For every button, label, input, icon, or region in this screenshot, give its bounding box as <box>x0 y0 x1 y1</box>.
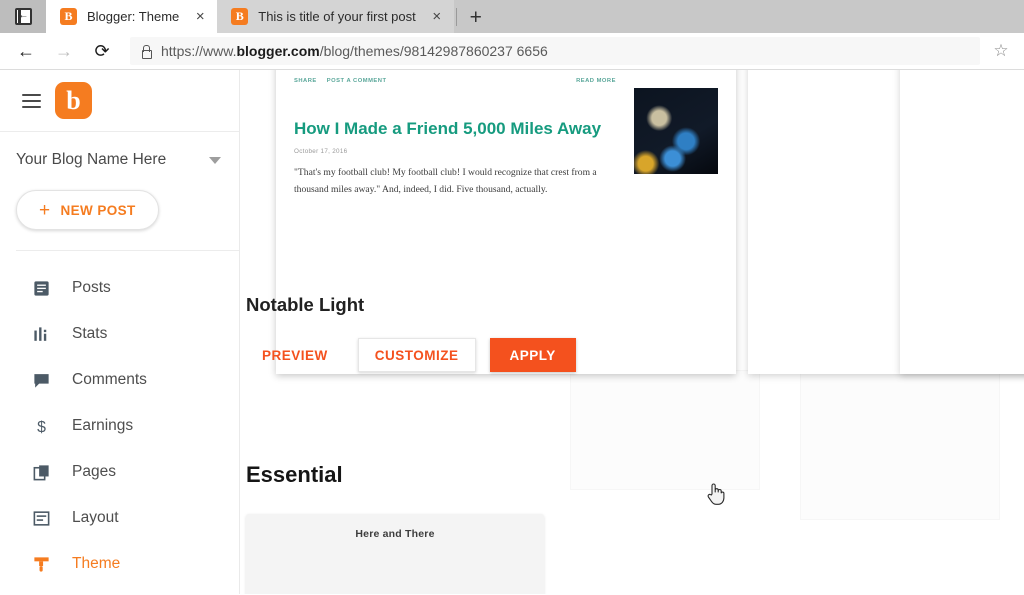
sidebar-item-stats[interactable]: Stats <box>0 311 239 357</box>
section-title-essential: Essential <box>246 462 343 487</box>
theme-action-bar: PREVIEW CUSTOMIZE APPLY <box>246 338 576 372</box>
address-bar[interactable]: https://www.blogger.com/blog/themes/9814… <box>130 37 980 65</box>
sidebar-item-label: Layout <box>72 509 119 526</box>
tab-first-post[interactable]: This is title of your first post × <box>217 0 454 33</box>
preview-link-row: SHARE POST A COMMENT READ MORE <box>294 78 616 84</box>
back-icon[interactable]: ← <box>8 35 44 67</box>
sidebar-item-label: Pages <box>72 463 116 480</box>
tab-strip: Blogger: Theme × This is title of your f… <box>0 0 1024 33</box>
sidebar-item-posts[interactable]: Posts <box>0 265 239 311</box>
share-link[interactable]: SHARE <box>294 78 317 84</box>
preview-post-title[interactable]: How I Made a Friend 5,000 Miles Away <box>294 118 616 139</box>
tab-title: Blogger: Theme <box>87 9 180 24</box>
blogger-favicon <box>60 8 77 25</box>
blogger-favicon <box>231 8 249 25</box>
sidebar: Your Blog Name Here + NEW POST Posts <box>0 70 240 594</box>
new-tab-button[interactable]: + <box>459 3 493 33</box>
sidebar-nav: Posts Stats Comments $ Earnings Pages La… <box>0 251 239 587</box>
plus-icon: + <box>39 199 51 221</box>
stats-icon <box>30 323 52 345</box>
apply-button[interactable]: APPLY <box>489 338 576 372</box>
comments-icon <box>30 369 52 391</box>
chevron-down-icon[interactable] <box>209 156 221 164</box>
tab-separator <box>455 7 457 26</box>
sidebar-item-label: Comments <box>72 371 147 388</box>
refresh-icon[interactable]: ⟳ <box>84 35 120 67</box>
forward-icon: → <box>55 40 73 61</box>
url-scheme: https://www. <box>161 43 237 59</box>
blog-selector[interactable]: Your Blog Name Here <box>0 132 239 188</box>
blog-name: Your Blog Name Here <box>16 151 167 168</box>
new-post-wrap: + NEW POST <box>0 188 239 250</box>
page-content: Your Blog Name Here + NEW POST Posts <box>0 70 1024 594</box>
close-icon[interactable]: × <box>189 6 211 28</box>
essential-theme-card[interactable]: Here and There <box>246 514 544 594</box>
main-content: Jacques was waiting for me at a metro st… <box>240 70 1024 594</box>
earnings-icon: $ <box>30 415 52 437</box>
tab-title: This is title of your first post <box>258 9 416 24</box>
sidebar-item-pages[interactable]: Pages <box>0 449 239 495</box>
posts-icon <box>30 277 52 299</box>
layout-icon <box>30 507 52 529</box>
url-host: blogger.com <box>236 43 320 59</box>
background-artifact <box>570 370 760 490</box>
essential-card-caption: Here and There <box>355 528 435 540</box>
theme-preview-card[interactable]: Jacques was waiting for me at a metro st… <box>276 70 736 374</box>
sidebar-item-label: Earnings <box>72 417 134 434</box>
sidebar-item-comments[interactable]: Comments <box>0 357 239 403</box>
browser-window: Blogger: Theme × This is title of your f… <box>0 0 1024 595</box>
favorites-star-icon[interactable]: ☆ <box>986 36 1016 66</box>
lock-icon <box>140 45 152 59</box>
svg-text:$: $ <box>37 419 46 436</box>
sidebar-item-earnings[interactable]: $ Earnings <box>0 403 239 449</box>
pages-icon <box>30 461 52 483</box>
preview-button[interactable]: PREVIEW <box>246 339 344 371</box>
browser-toolbar: ← → ⟳ https://www.blogger.com/blog/theme… <box>0 33 1024 70</box>
blogger-logo-icon[interactable] <box>55 82 92 119</box>
sidebar-item-label: Stats <box>72 325 108 342</box>
preview-thumbnail-globes <box>634 88 718 174</box>
new-post-label: NEW POST <box>60 202 136 218</box>
hamburger-icon[interactable] <box>22 93 41 108</box>
url-text: https://www.blogger.com/blog/themes/9814… <box>161 43 548 59</box>
sidebar-item-theme[interactable]: Theme <box>0 541 239 587</box>
close-icon[interactable]: × <box>426 6 448 28</box>
sidebar-item-layout[interactable]: Layout <box>0 495 239 541</box>
theme-preview-body: Jacques was waiting for me at a metro st… <box>276 70 736 198</box>
tab-blogger-theme[interactable]: Blogger: Theme × <box>46 0 218 33</box>
read-more-link[interactable]: READ MORE <box>576 78 616 84</box>
theme-card-neighbor[interactable] <box>900 70 1024 374</box>
theme-title: Notable Light <box>246 294 365 315</box>
customize-button[interactable]: CUSTOMIZE <box>357 338 476 372</box>
post-a-comment-link[interactable]: POST A COMMENT <box>327 78 387 84</box>
preview-post-date: October 17, 2016 <box>294 148 348 155</box>
url-path: /blog/themes/98142987860237 6656 <box>319 43 548 59</box>
sidebar-item-label: Theme <box>72 555 121 572</box>
sidebar-header <box>0 70 239 132</box>
tabs-aside-icon <box>14 7 32 25</box>
preview-post-excerpt: "That's my football club! My football cl… <box>294 167 597 195</box>
theme-icon <box>30 553 52 575</box>
tabs-aside-button[interactable] <box>0 0 46 33</box>
new-post-button[interactable]: + NEW POST <box>16 190 159 230</box>
sidebar-item-label: Posts <box>72 279 111 296</box>
